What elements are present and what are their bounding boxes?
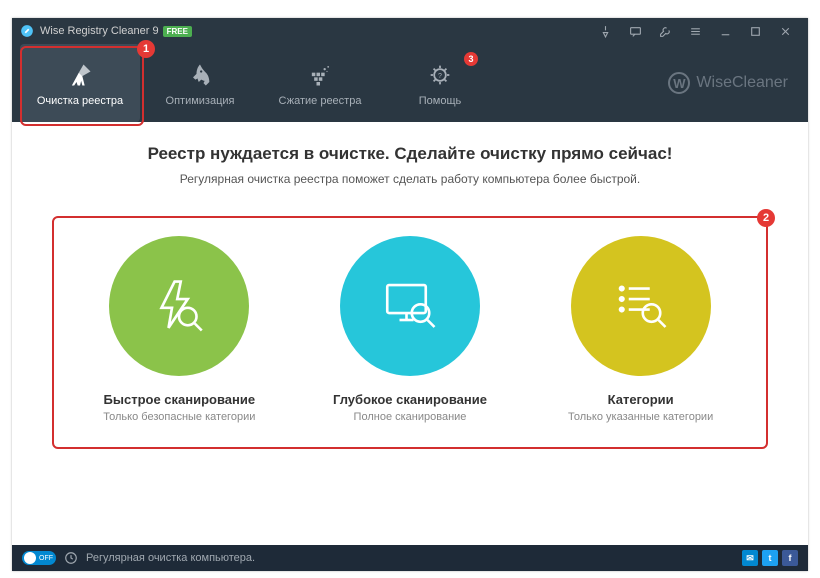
twitter-button[interactable]: t (762, 550, 778, 566)
toggle-label: OFF (39, 555, 53, 562)
social-links: ✉ t f (742, 550, 798, 566)
svg-text:?: ? (438, 73, 442, 80)
footer-text: Регулярная очистка компьютера. (86, 552, 255, 564)
page-subheading: Регулярная очистка реестра поможет сдела… (52, 172, 768, 186)
brand-text: WiseCleaner (696, 74, 788, 92)
mail-button[interactable]: ✉ (742, 550, 758, 566)
app-logo-icon (20, 24, 34, 38)
compress-icon (304, 59, 336, 91)
lightning-search-icon (109, 236, 249, 376)
titlebar: Wise Registry Cleaner 9 FREE (12, 18, 808, 44)
facebook-button[interactable]: f (782, 550, 798, 566)
menu-button[interactable] (680, 18, 710, 44)
gear-help-icon: ? (424, 59, 456, 91)
option-title: Категории (608, 392, 674, 407)
rocket-icon (184, 59, 216, 91)
option-title: Быстрое сканирование (104, 392, 256, 407)
nav-registry-clean[interactable]: Очистка реестра (20, 44, 140, 122)
monitor-search-icon (340, 236, 480, 376)
nav-label: Помощь (419, 95, 462, 107)
categories-option[interactable]: Категории Только указанные категории (541, 236, 741, 423)
option-subtitle: Только указанные категории (568, 411, 713, 423)
footer: OFF Регулярная очистка компьютера. ✉ t f (12, 545, 808, 571)
annotation-badge-1: 1 (137, 40, 155, 58)
navbar: Очистка реестра Оптимизация Сжатие реест… (12, 44, 808, 122)
minimize-button[interactable] (710, 18, 740, 44)
pin-button[interactable] (590, 18, 620, 44)
list-search-icon (571, 236, 711, 376)
brand-icon: W (668, 72, 690, 94)
app-name: Wise Registry Cleaner 9 (40, 25, 159, 37)
free-badge: FREE (163, 26, 192, 37)
tools-button[interactable] (650, 18, 680, 44)
brand: W WiseCleaner (668, 44, 800, 122)
schedule-toggle[interactable]: OFF (22, 551, 56, 565)
nav-label: Оптимизация (166, 95, 235, 107)
main-content: Реестр нуждается в очистке. Сделайте очи… (12, 122, 808, 449)
page-heading: Реестр нуждается в очистке. Сделайте очи… (52, 144, 768, 164)
option-subtitle: Только безопасные категории (103, 411, 255, 423)
nav-optimize[interactable]: Оптимизация (140, 44, 260, 122)
close-button[interactable] (770, 18, 800, 44)
annotation-highlight-2: 2 Быстрое сканирование Только безопасные… (52, 216, 768, 449)
help-badge: 3 (464, 52, 478, 66)
feedback-button[interactable] (620, 18, 650, 44)
nav-compress[interactable]: Сжатие реестра (260, 44, 380, 122)
option-subtitle: Полное сканирование (354, 411, 467, 423)
nav-label: Сжатие реестра (279, 95, 362, 107)
window-title: Wise Registry Cleaner 9 FREE (40, 25, 192, 37)
broom-icon (64, 59, 96, 91)
nav-help[interactable]: ? 3 Помощь (380, 44, 500, 122)
maximize-button[interactable] (740, 18, 770, 44)
option-title: Глубокое сканирование (333, 392, 487, 407)
deep-scan-option[interactable]: Глубокое сканирование Полное сканировани… (310, 236, 510, 423)
clock-icon (64, 551, 78, 565)
annotation-badge-2: 2 (757, 209, 775, 227)
nav-label: Очистка реестра (37, 95, 123, 107)
quick-scan-option[interactable]: Быстрое сканирование Только безопасные к… (79, 236, 279, 423)
